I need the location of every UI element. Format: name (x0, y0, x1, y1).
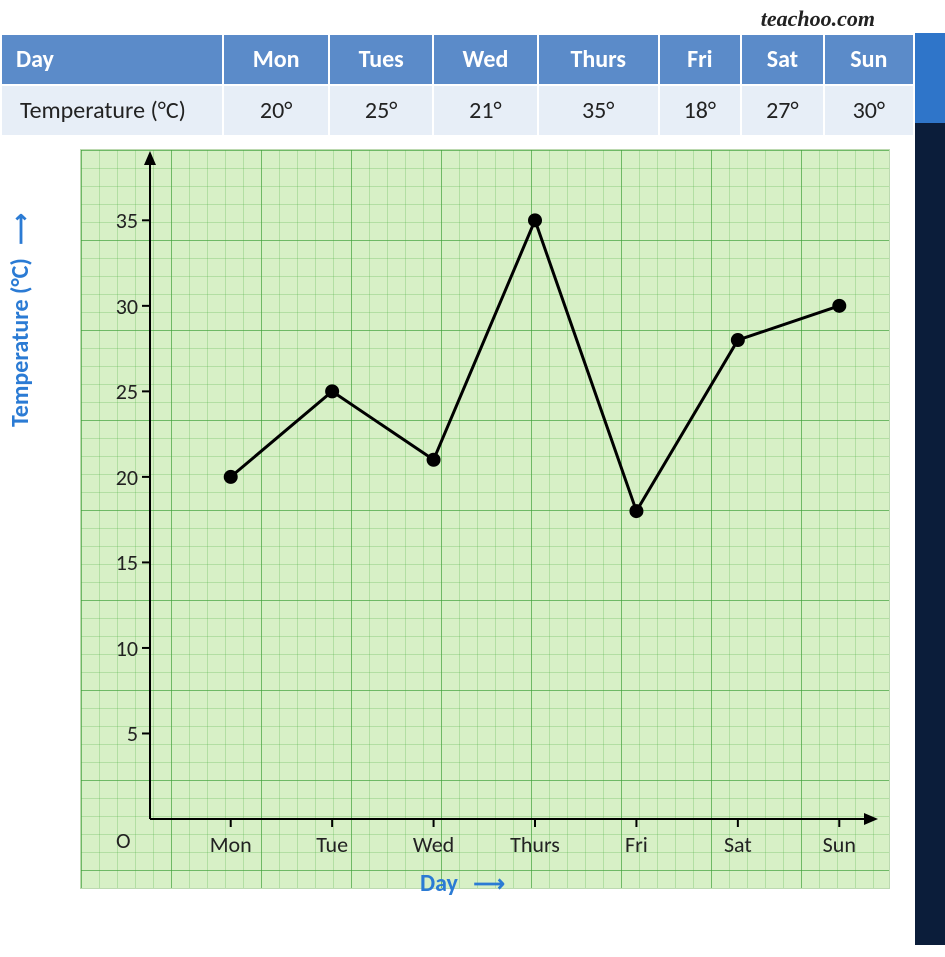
header-fri: Fri (660, 35, 741, 84)
header-sat: Sat (742, 35, 823, 84)
origin-label: O (116, 827, 131, 854)
header-thurs: Thurs (539, 35, 658, 84)
header-day: Day (2, 35, 222, 84)
table-data-row: Temperature (°C) 20° 25° 21° 35° 18° 27°… (2, 86, 913, 135)
y-tick-label: 10 (98, 635, 138, 662)
cell-sun: 30° (825, 86, 913, 135)
x-tick-label: Sun (799, 831, 879, 858)
y-tick-label: 25 (98, 378, 138, 405)
x-tick-label: Tue (292, 831, 372, 858)
header-sun: Sun (825, 35, 913, 84)
y-axis-label: Temperature (°C) ⟶ (6, 213, 35, 427)
y-tick-label: 30 (98, 293, 138, 320)
header-tues: Tues (330, 35, 432, 84)
content-area: Day Mon Tues Wed Thurs Fri Sat Sun Tempe… (0, 33, 915, 957)
x-tick-label: Fri (596, 831, 676, 858)
data-table: Day Mon Tues Wed Thurs Fri Sat Sun Tempe… (0, 33, 915, 137)
y-tick-label: 35 (98, 207, 138, 234)
x-tick-label: Thurs (495, 831, 575, 858)
arrow-icon: ⟶ (463, 870, 505, 897)
table-header-row: Day Mon Tues Wed Thurs Fri Sat Sun (2, 35, 913, 84)
cell-thurs: 35° (539, 86, 658, 135)
y-tick-label: 20 (98, 464, 138, 491)
x-tick-label: Sat (698, 831, 778, 858)
chart-plot (80, 149, 890, 889)
cell-tues: 25° (330, 86, 432, 135)
y-tick-label: 5 (98, 720, 138, 747)
chart-container: Temperature (°C) ⟶ 5 10 15 20 25 30 35 Mon Tue W… (0, 137, 915, 957)
x-axis-label: Day ⟶ (420, 869, 505, 898)
cell-fri: 18° (660, 86, 741, 135)
arrow-icon: ⟶ (7, 213, 34, 253)
right-side-stripe (915, 33, 945, 945)
y-axis-label-text: Temperature (°C) (6, 258, 35, 427)
cell-mon: 20° (224, 86, 328, 135)
right-side-stripe-accent (915, 33, 945, 123)
x-tick-label: Mon (191, 831, 271, 858)
header-wed: Wed (434, 35, 537, 84)
cell-wed: 21° (434, 86, 537, 135)
brand-watermark: teachoo.com (761, 6, 875, 32)
header-mon: Mon (224, 35, 328, 84)
y-tick-label: 15 (98, 549, 138, 576)
row-label: Temperature (°C) (2, 86, 222, 135)
cell-sat: 27° (742, 86, 823, 135)
x-tick-label: Wed (394, 831, 474, 858)
x-axis-label-text: Day (420, 869, 458, 898)
